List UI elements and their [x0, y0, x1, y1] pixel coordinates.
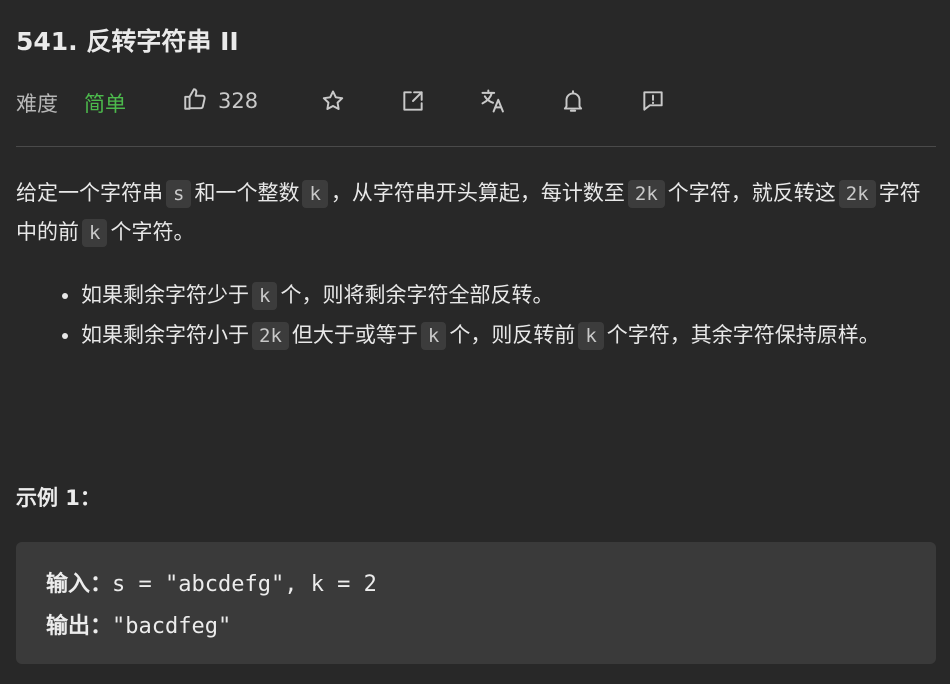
description-text: ，从字符串开头算起，每计数至: [330, 181, 625, 205]
translate-button[interactable]: [476, 84, 510, 118]
example-block: 输入：s = "abcdefg", k = 2 输出："bacdfeg": [16, 542, 936, 664]
difficulty-badge: 简单: [84, 92, 126, 116]
bell-icon: [560, 88, 586, 114]
inline-code: k: [420, 322, 447, 350]
example-output-line: 输出："bacdfeg": [46, 608, 231, 640]
list-item: 如果剩余字符少于k个，则将剩余字符全部反转。: [81, 276, 950, 316]
inline-code: k: [82, 219, 108, 247]
divider: [16, 146, 936, 147]
example-output-value: "bacdfeg": [112, 614, 232, 639]
notification-button[interactable]: [556, 84, 590, 118]
inline-code: 2k: [838, 180, 876, 208]
share-icon: [400, 88, 426, 114]
rule-text: 个，则反转前: [449, 323, 576, 347]
thumbs-up-icon: [182, 86, 208, 116]
share-button[interactable]: [396, 84, 430, 118]
example-input-line: 输入：s = "abcdefg", k = 2: [46, 566, 377, 598]
problem-meta-bar: 难度 简单 328: [16, 84, 936, 118]
inline-code: s: [166, 180, 192, 208]
rules-list: 如果剩余字符少于k个，则将剩余字符全部反转。 如果剩余字符小于2k但大于或等于k…: [56, 276, 950, 356]
rule-text: 如果剩余字符少于: [81, 283, 249, 307]
difficulty-label: 难度: [16, 92, 58, 116]
translate-icon: [479, 87, 507, 115]
problem-description: 给定一个字符串 s 和一个整数 k ，从字符串开头算起，每计数至 2k 个字符，就反转这 2k…: [16, 174, 921, 252]
example-title: 示例 1：: [16, 486, 101, 510]
like-button[interactable]: 328: [182, 84, 258, 118]
rule-text: 但大于或等于: [291, 323, 418, 347]
description-text: 和一个整数: [194, 181, 300, 205]
feedback-button[interactable]: [636, 84, 670, 118]
inline-code: k: [578, 322, 604, 350]
star-icon: [320, 88, 346, 114]
like-count: 328: [218, 89, 259, 113]
example-input-value: s = "abcdefg", k = 2: [112, 572, 377, 597]
rule-text: 如果剩余字符小于: [81, 323, 249, 347]
list-item: 如果剩余字符小于2k但大于或等于k个，则反转前k个字符，其余字符保持原样。: [81, 316, 950, 356]
example-input-label: 输入：: [46, 572, 113, 597]
rule-text: 个，则将剩余字符全部反转。: [280, 283, 554, 307]
inline-code: 2k: [252, 322, 289, 350]
rule-text: 个字符，其余字符保持原样。: [606, 323, 880, 347]
example-output-label: 输出：: [46, 614, 113, 639]
inline-code: k: [302, 180, 328, 208]
description-text: 给定一个字符串: [16, 181, 163, 205]
favorite-button[interactable]: [316, 84, 350, 118]
description-text: 个字符，就反转这: [667, 181, 836, 205]
inline-code: k: [252, 282, 278, 310]
inline-code: 2k: [627, 180, 665, 208]
description-text: 个字符。: [110, 220, 195, 244]
problem-title: 541. 反转字符串 II: [16, 27, 239, 56]
feedback-icon: [640, 88, 666, 114]
